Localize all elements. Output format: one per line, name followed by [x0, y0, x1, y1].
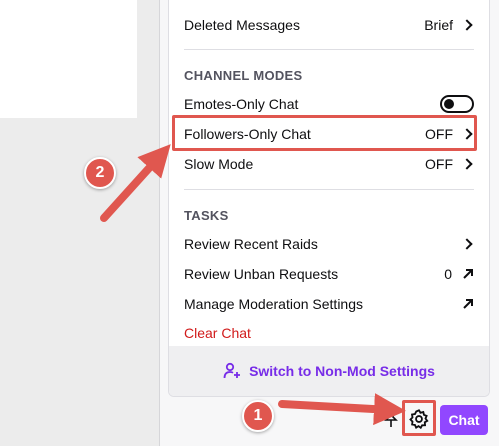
annotation-arrows: [100, 144, 406, 426]
step-2-badge: 2: [84, 157, 116, 189]
arrow-step-1: [278, 393, 406, 426]
screenshot: Deleted Messages Brief CHANNEL MODES Emo…: [0, 0, 499, 446]
step-1-badge: 1: [242, 400, 274, 432]
